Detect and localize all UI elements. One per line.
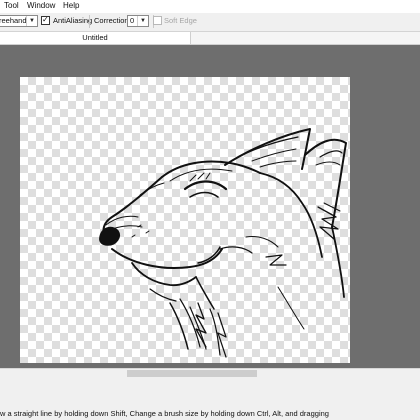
status-hint: w a straight line by holding down Shift,… (0, 409, 329, 418)
brush-mode-select[interactable]: reehand ▼ (0, 15, 38, 27)
wolf-sketch (99, 128, 347, 358)
tab-title: Untitled (82, 33, 108, 42)
workspace (0, 45, 420, 368)
document-tab-bar: Untitled (0, 32, 420, 45)
menu-help[interactable]: Help (63, 1, 79, 11)
menu-tool[interactable]: Tool (4, 1, 19, 11)
correction-value: 0 (130, 16, 135, 25)
menu-window[interactable]: Window (27, 1, 55, 11)
toolbar-divider (89, 15, 90, 28)
chevron-down-icon: ▼ (26, 16, 37, 26)
scrollbar-thumb[interactable] (127, 370, 257, 377)
soft-edge-label: Soft Edge (164, 16, 197, 25)
tab-untitled[interactable]: Untitled (0, 32, 191, 44)
drawing-canvas[interactable] (20, 77, 350, 363)
soft-edge-checkbox[interactable] (153, 16, 162, 25)
status-bar: w a straight line by holding down Shift,… (0, 378, 420, 420)
toolbar: reehand ▼ ✓ AntiAliasing Correction 0 ▼ … (0, 13, 420, 32)
brush-mode-value: reehand (0, 16, 27, 25)
check-icon: ✓ (42, 15, 49, 24)
menu-bar: Tool Window Help (0, 0, 420, 13)
antialiasing-label: AntiAliasing (53, 16, 93, 25)
chevron-down-icon: ▼ (137, 16, 148, 26)
correction-select[interactable]: 0 ▼ (127, 15, 149, 27)
antialiasing-checkbox[interactable]: ✓ (41, 15, 50, 25)
correction-label: Correction (94, 16, 129, 25)
